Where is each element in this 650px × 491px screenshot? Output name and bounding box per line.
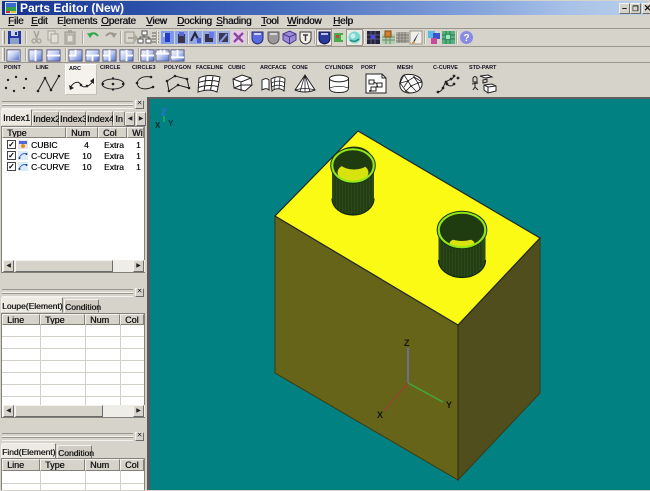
svg-text:X: X bbox=[155, 121, 161, 130]
svg-text:X: X bbox=[377, 410, 383, 420]
svg-text:Z: Z bbox=[404, 338, 410, 348]
svg-text:?: ? bbox=[463, 33, 469, 44]
svg-text:Y: Y bbox=[168, 119, 174, 128]
svg-text:Z: Z bbox=[161, 107, 167, 117]
svg-text:Y: Y bbox=[446, 400, 452, 410]
